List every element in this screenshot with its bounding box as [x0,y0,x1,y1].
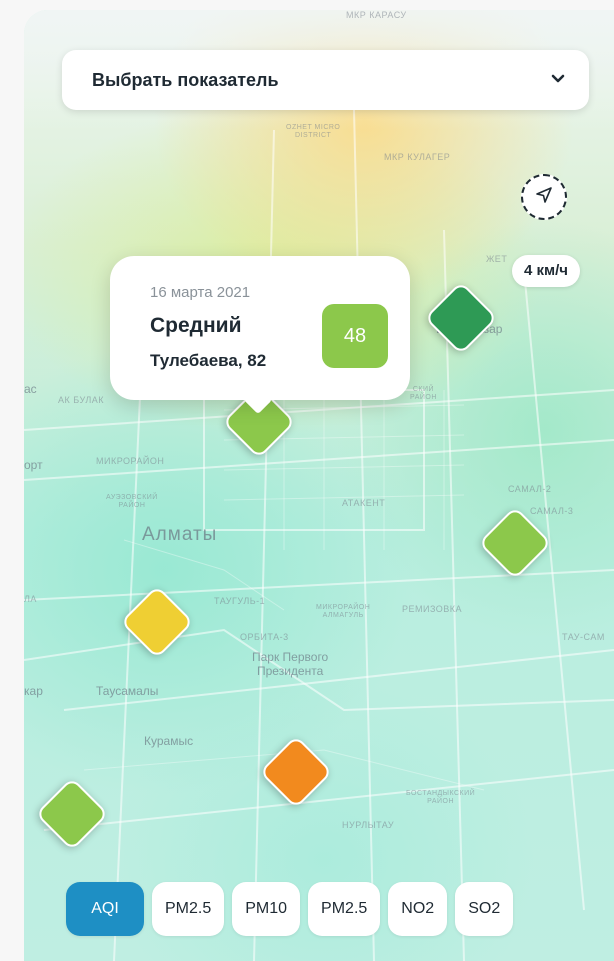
map-label-orbita: ОРБИТА-3 [240,632,289,642]
map-label-almaty: Алматы [142,524,218,545]
popup-date: 16 марта 2021 [150,284,251,301]
map-label-samal3: САМАЛ-3 [530,506,574,516]
chip-aqi[interactable]: AQI [66,882,144,936]
chevron-down-icon [549,69,567,92]
map-frame: МКР КАРАСУ OZHET MICRO DISTRICT МКР КУЛА… [24,10,614,961]
speed-badge: 4 км/ч [512,255,580,287]
map-label-kar: кар [24,684,43,698]
navigation-arrow-icon [534,185,554,210]
map-label-ozhet: OZHET MICRO DISTRICT [286,124,341,139]
map-label-almagul: МИКРОРАЙОН АЛМАГУЛЬ [316,604,371,619]
map-label-mikrorayon: МИКРОРАЙОН [96,456,165,466]
map-label-tay-sam: ТАУ-САМ [562,632,605,642]
chip-pm25-2[interactable]: PM2.5 [308,882,381,936]
indicator-select-label: Выбрать показатель [92,69,279,90]
map-label-akbulak: АК БУЛАК [58,395,105,405]
chip-no2[interactable]: NO2 [388,882,448,936]
map-label-bostandyk: БОСТАНДЫКСКИЙ РАЙОН [406,790,476,805]
indicator-select[interactable]: Выбрать показатель [62,50,589,110]
chip-so2[interactable]: SO2 [455,882,514,936]
map-label-la: ЛА [24,594,37,604]
map-label-auezov: АУЭЗОВСКИЙ РАЙОН [106,494,158,509]
chip-pm25[interactable]: PM2.5 [152,882,225,936]
map-label-kulager: МКР КУЛАГЕР [384,152,451,162]
map-label-tausamaly: Таусамалы [96,684,159,698]
locate-button[interactable] [521,174,567,220]
map-label-atakent: АТАКЕНТ [342,498,386,508]
map-label-skiy: СКИЙ РАЙОН [410,386,437,401]
map-label-ac: ас [24,382,37,396]
map-label-park: Парк Первого Президента [252,650,329,678]
popup-address: Тулебаева, 82 [150,351,267,370]
pollutant-chips: AQI PM2.5 PM10 PM2.5 NO2 SO2 [66,882,514,936]
map-label-samal2: САМАЛ-2 [508,484,552,494]
map-label-zhet: ЖЕТ [486,254,508,264]
popup-aqi-badge: 48 [322,304,388,368]
map-label-karasu: МКР КАРАСУ [346,10,407,20]
map-label-remizovka: РЕМИЗОВКА [402,604,463,614]
map-label-kuramys: Курамыс [144,734,194,748]
map-label-nurlytau: НУРЛЫТАУ [342,820,395,830]
popup-status: Средний [150,314,242,337]
map-label-ort: орт [24,458,43,472]
station-popup[interactable]: 16 марта 2021 Средний Тулебаева, 82 48 [110,256,410,400]
map-label-taugul: ТАУГУЛЬ-1 [214,596,266,606]
chip-pm10[interactable]: PM10 [232,882,301,936]
